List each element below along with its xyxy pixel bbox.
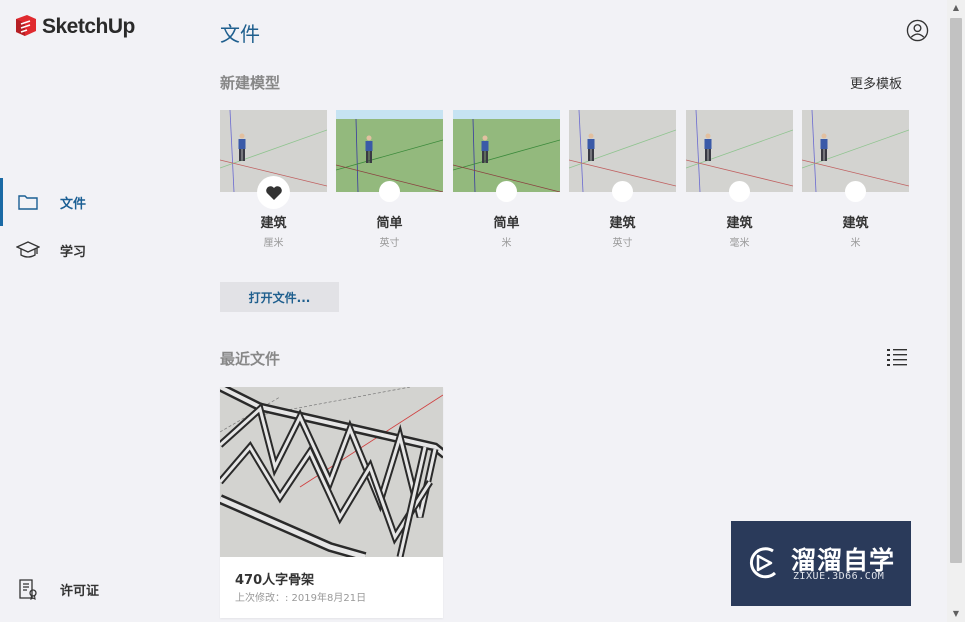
vertical-scrollbar[interactable]: ▲ ▼: [947, 0, 965, 622]
template-unit: 厘米: [263, 238, 284, 249]
template-unit: 英寸: [379, 238, 400, 249]
favorite-toggle[interactable]: [845, 181, 866, 202]
template-thumbnail: [336, 110, 443, 192]
template-name: 建筑: [726, 216, 753, 231]
sidebar: SketchUp 文件 学习 许可证: [0, 0, 200, 622]
template-card[interactable]: 建筑 英寸: [569, 110, 676, 250]
recent-file-card[interactable]: 470人字骨架 上次修改：: 2019年8月21日: [220, 387, 443, 618]
scroll-up-arrow-icon[interactable]: ▲: [947, 0, 965, 16]
recent-files-heading: 最近文件: [220, 350, 281, 368]
scroll-thumb[interactable]: [950, 18, 962, 563]
open-file-button[interactable]: 打开文件...: [220, 282, 339, 312]
page-title: 文件: [220, 22, 260, 46]
template-name: 简单: [376, 216, 403, 231]
sidebar-item-files[interactable]: 文件: [0, 178, 200, 226]
sidebar-item-label: 文件: [60, 196, 87, 212]
sidebar-item-learn[interactable]: 学习: [0, 226, 200, 274]
favorite-toggle[interactable]: [496, 181, 517, 202]
file-modified-date: 上次修改：: 2019年8月21日: [235, 593, 367, 604]
template-card[interactable]: 简单 英寸: [336, 110, 443, 250]
template-name: 建筑: [609, 216, 636, 231]
new-model-heading: 新建模型: [220, 74, 281, 92]
sidebar-item-license[interactable]: 许可证: [0, 565, 200, 613]
graduation-cap-icon: [16, 241, 40, 258]
template-card[interactable]: 建筑 毫米: [686, 110, 793, 250]
favorite-toggle[interactable]: [729, 181, 750, 202]
sketchup-logo: SketchUp: [14, 14, 135, 40]
scroll-down-arrow-icon[interactable]: ▼: [947, 606, 965, 622]
sidebar-item-label: 许可证: [60, 583, 100, 599]
template-card[interactable]: 建筑 厘米: [220, 110, 327, 250]
template-unit: 英寸: [612, 238, 633, 249]
more-templates-link[interactable]: 更多模板: [850, 73, 902, 92]
sketchup-logo-icon: [16, 15, 36, 36]
template-thumbnail: [453, 110, 560, 192]
file-name: 470人字骨架: [235, 573, 315, 588]
favorite-toggle[interactable]: [379, 181, 400, 202]
license-icon: [19, 579, 37, 600]
app-name: SketchUp: [42, 15, 135, 38]
play-logo-icon: [749, 547, 777, 579]
list-view-icon[interactable]: [886, 347, 908, 367]
account-icon[interactable]: [906, 19, 929, 42]
favorite-toggle[interactable]: [612, 181, 633, 202]
favorite-heart-icon[interactable]: [257, 176, 290, 209]
watermark-badge: 溜溜自学 ZIXUE.3D66.COM: [731, 521, 911, 606]
watermark-subtitle: ZIXUE.3D66.COM: [793, 571, 885, 582]
template-name: 简单: [493, 216, 520, 231]
template-unit: 米: [850, 238, 861, 249]
file-thumbnail: [220, 387, 443, 557]
template-card[interactable]: 简单 米: [453, 110, 560, 250]
template-card[interactable]: 建筑 米: [802, 110, 909, 250]
template-name: 建筑: [842, 216, 869, 231]
sidebar-item-label: 学习: [60, 244, 87, 260]
template-name: 建筑: [260, 216, 287, 231]
template-unit: 米: [501, 238, 512, 249]
template-thumbnail: [802, 110, 909, 192]
template-thumbnail: [569, 110, 676, 192]
template-thumbnail: [686, 110, 793, 192]
folder-icon: [18, 195, 38, 210]
template-unit: 毫米: [729, 238, 750, 249]
